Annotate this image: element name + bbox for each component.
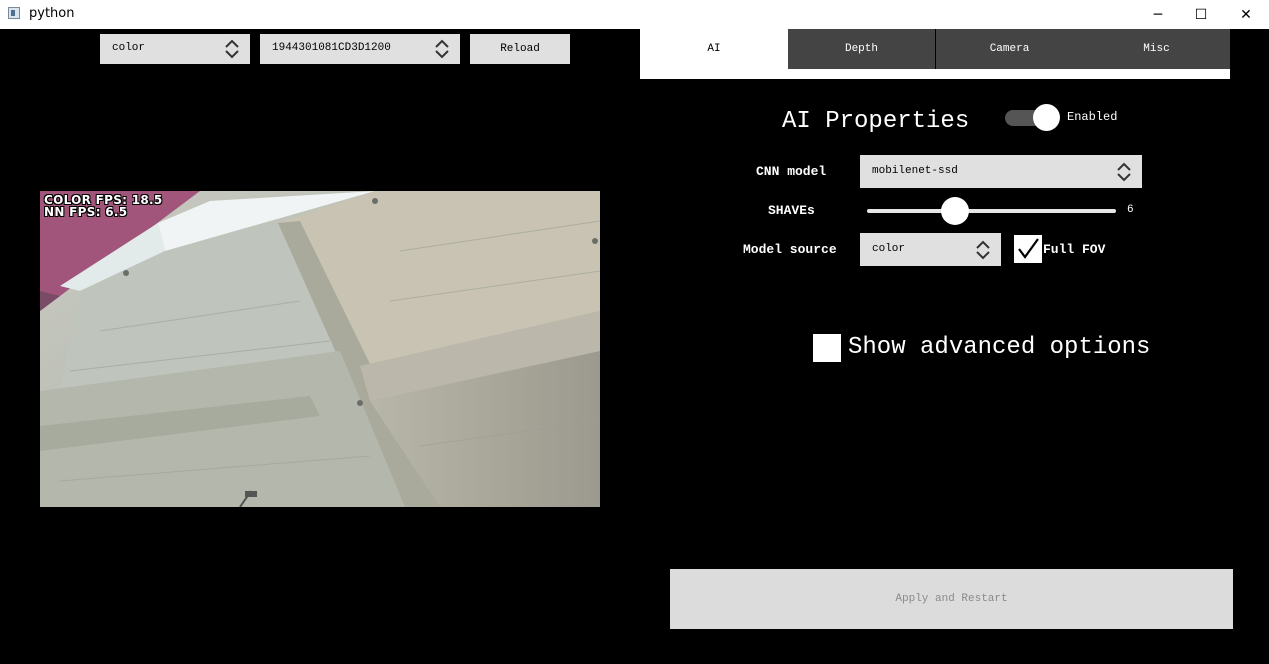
minimize-button[interactable]: ─ (1135, 0, 1181, 29)
enabled-toggle-knob[interactable] (1033, 104, 1060, 131)
window-title: python (29, 6, 75, 21)
model-source-value: color (872, 243, 906, 255)
tab-camera[interactable]: Camera (936, 29, 1083, 69)
model-source-label: Model source (743, 242, 837, 257)
preview-source-value: color (112, 42, 146, 54)
tab-misc[interactable]: Misc (1083, 29, 1230, 69)
full-fov-checkbox[interactable] (1014, 235, 1042, 263)
chevron-updown-icon (976, 240, 990, 260)
advanced-options-label: Show advanced options (848, 334, 1151, 361)
app-icon (8, 7, 20, 19)
cnn-model-label: CNN model (756, 164, 827, 179)
nn-fps-readout: NN FPS: 6.5 (44, 205, 128, 219)
model-source-select[interactable]: color (860, 233, 1001, 266)
tab-active-indicator (640, 69, 1230, 79)
cnn-model-select[interactable]: mobilenet-ssd (860, 155, 1142, 188)
device-select[interactable]: 1944301081CD3D1200 (260, 34, 460, 64)
shaves-value: 6 (1127, 204, 1134, 216)
checkmark-icon (1018, 238, 1039, 259)
title-bar: python ─ ☐ ✕ (0, 0, 1269, 29)
maximize-button[interactable]: ☐ (1178, 0, 1224, 29)
camera-preview: COLOR FPS: 18.5 NN FPS: 6.5 (40, 191, 600, 507)
full-fov-label: Full FOV (1043, 242, 1106, 257)
tab-ai[interactable]: AI (640, 29, 788, 69)
shaves-slider-handle[interactable] (941, 197, 969, 225)
reload-button[interactable]: Reload (470, 34, 570, 64)
apply-restart-button[interactable]: Apply and Restart (670, 569, 1233, 629)
chevron-updown-icon (1117, 162, 1131, 182)
settings-tabs: AI Depth Camera Misc (640, 29, 1230, 69)
chevron-updown-icon (435, 39, 449, 59)
shaves-slider-track[interactable] (867, 209, 1116, 213)
shaves-label: SHAVEs (768, 203, 815, 218)
close-button[interactable]: ✕ (1223, 0, 1269, 29)
tab-depth[interactable]: Depth (788, 29, 935, 69)
enabled-label: Enabled (1067, 110, 1118, 124)
device-value: 1944301081CD3D1200 (272, 42, 391, 54)
chevron-updown-icon (225, 39, 239, 59)
preview-source-select[interactable]: color (100, 34, 250, 64)
ai-properties-title: AI Properties (782, 108, 970, 135)
advanced-options-checkbox[interactable] (813, 334, 841, 362)
camera-frame-image (40, 191, 600, 507)
cnn-model-value: mobilenet-ssd (872, 165, 958, 177)
